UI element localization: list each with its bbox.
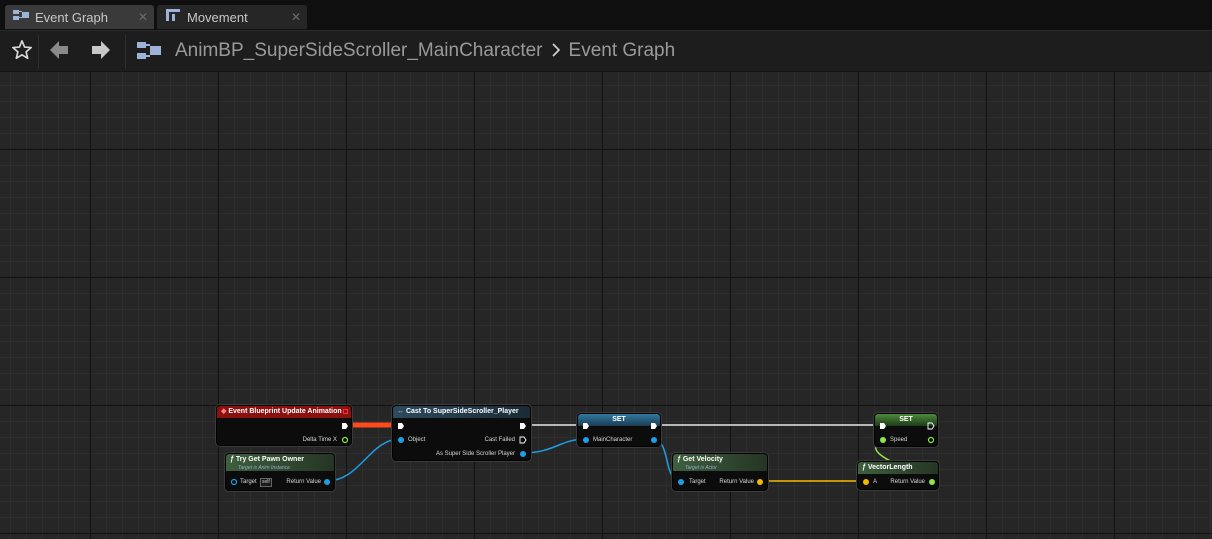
node-title: ƒ VectorLength [858,462,938,474]
toolbar-divider [125,35,126,69]
exec-in-pin[interactable] [879,422,887,430]
object-out-pin[interactable] [650,436,658,444]
float-out-pin[interactable] [927,436,935,444]
breadcrumb-graph[interactable]: Event Graph [569,40,676,62]
pin-label-a: A [873,479,878,485]
pin-label-return-value: Return Value [719,479,754,485]
function-icon: ƒ [230,456,234,463]
vector-in-pin[interactable] [862,478,870,486]
wire-layer [326,422,935,482]
pin-label-return-value: Return Value [890,479,925,485]
float-out-pin[interactable] [341,436,349,444]
object-out-pin[interactable] [519,450,527,458]
function-icon: ƒ [677,456,681,463]
toolbar-divider [38,35,39,69]
blueprint-editor: Event Graph ✕ Movement ✕ AnimBP_SuperSid… [0,0,1212,539]
event-update-animation-node[interactable]: ◆ Event Blueprint Update Animation Delta… [216,405,352,446]
node-title: ↔ Cast To SuperSideScroller_Player [393,406,530,418]
pin-label-delta-time: Delta Time X [302,437,337,443]
object-in-pin[interactable] [677,478,685,486]
breadcrumb-asset[interactable]: AnimBP_SuperSideScroller_MainCharacter [175,40,543,62]
function-graph-icon [165,8,181,27]
star-icon[interactable] [11,39,33,66]
event-graph-icon [13,8,29,26]
float-in-pin[interactable] [879,436,887,444]
chevron-right-icon [551,41,561,62]
exec-out-pin[interactable] [650,422,658,430]
pin-label-as-player: As Super Side Scroller Player [435,451,515,457]
object-in-pin[interactable] [582,436,590,444]
blueprint-icon [137,41,161,66]
pin-label-cast-failed: Cast Failed [484,437,515,443]
object-in-pin[interactable] [397,436,405,444]
exec-in-pin[interactable] [582,422,590,430]
tab-event-graph[interactable]: Event Graph ✕ [5,5,154,29]
self-default-value: self [260,478,272,487]
vector-out-pin[interactable] [756,478,764,486]
exec-out-pin[interactable] [341,422,349,430]
close-icon[interactable]: ✕ [138,10,148,24]
exec-in-pin[interactable] [397,422,405,430]
pin-label-speed: Speed [890,437,908,443]
pin-label-target: Target [240,479,257,485]
pin-label-return-value: Return Value [286,479,321,485]
object-out-pin[interactable] [323,478,331,486]
pin-label-target: Target [689,479,706,485]
object-in-pin[interactable] [230,478,238,486]
exec-out-pin[interactable] [927,422,935,430]
back-arrow-icon[interactable] [49,39,69,66]
tab-label: Event Graph [35,9,108,25]
tab-label: Movement [187,9,248,25]
node-title: SET [578,414,660,426]
exec-out-pin[interactable] [519,436,527,444]
graph-toolbar: AnimBP_SuperSideScroller_MainCharacter E… [0,30,1212,71]
breadcrumb: AnimBP_SuperSideScroller_MainCharacter E… [175,40,675,62]
tab-movement[interactable]: Movement ✕ [157,5,307,29]
get-velocity-node[interactable]: ƒ Get Velocity Target is Actor Target Re… [672,453,768,491]
vector-length-node[interactable]: ƒ VectorLength A Return Value [857,461,939,490]
event-diamond-icon: ◆ [221,408,227,415]
pin-label-object: Object [408,437,426,443]
set-speed-node[interactable]: SET Speed [874,413,938,447]
graph-canvas[interactable]: ◆ Event Blueprint Update Animation Delta… [0,72,1212,539]
float-out-pin[interactable] [928,478,936,486]
node-subtitle: Target is Anim Instance [238,465,290,471]
pin-label-main-character: MainCharacter [593,437,633,443]
delegate-pin[interactable] [343,409,348,414]
node-subtitle: Target is Actor [685,465,717,471]
node-title: ◆ Event Blueprint Update Animation [217,406,351,418]
exec-out-pin[interactable] [519,422,527,430]
set-main-character-node[interactable]: SET MainCharacter [577,413,661,447]
cast-icon: ↔ [397,408,404,415]
forward-arrow-icon[interactable] [91,39,111,66]
try-get-pawn-owner-node[interactable]: ƒ Try Get Pawn Owner Target is Anim Inst… [225,453,335,491]
document-tab-bar: Event Graph ✕ Movement ✕ [0,0,1212,30]
cast-to-player-node[interactable]: ↔ Cast To SuperSideScroller_Player Objec… [392,405,531,461]
close-icon[interactable]: ✕ [291,10,301,24]
function-icon: ƒ [862,464,866,471]
